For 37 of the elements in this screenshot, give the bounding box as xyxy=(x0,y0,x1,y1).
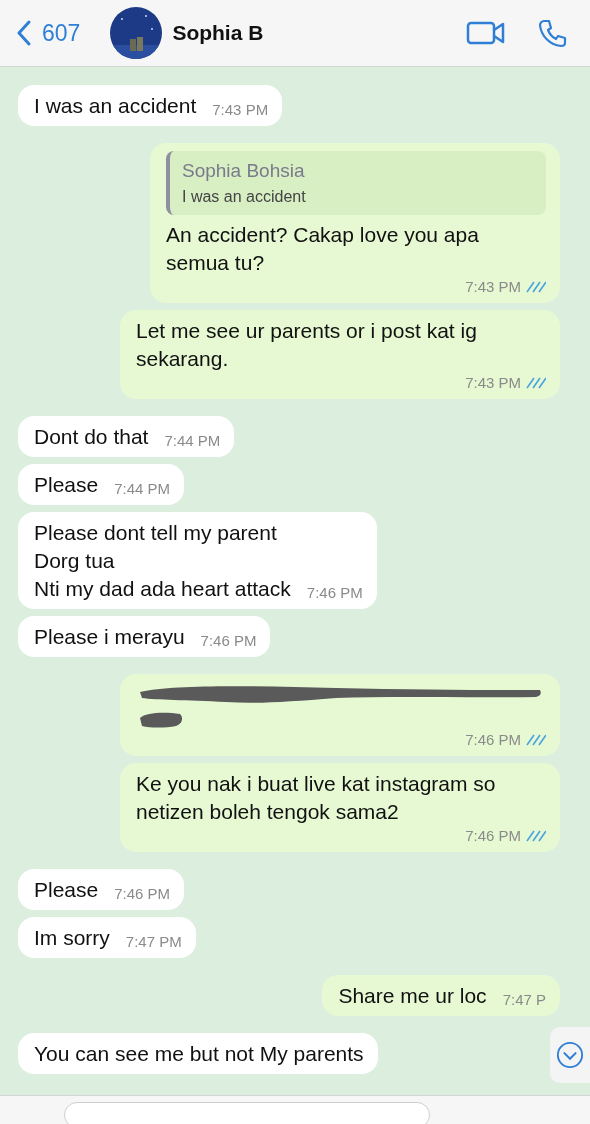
phone-icon xyxy=(538,18,568,48)
message-text: Please xyxy=(34,472,99,498)
quoted-message[interactable]: Sophia Bohsia I was an accident xyxy=(166,151,546,215)
message-time: 7:46 PM xyxy=(114,884,171,904)
message-time: 7:44 PM xyxy=(114,479,171,499)
message-time: 7:47 P xyxy=(502,990,546,1010)
message-time: 7:43 PM xyxy=(465,373,521,393)
contact-name[interactable]: Sophia B xyxy=(172,21,264,45)
message-time: 7:43 PM xyxy=(465,277,521,297)
scroll-down-button[interactable] xyxy=(550,1027,590,1083)
message-time: 7:47 PM xyxy=(125,932,182,952)
chevron-down-icon xyxy=(556,1040,584,1070)
back-button[interactable]: 607 xyxy=(16,19,81,47)
message-text: Ke you nak i buat live kat instagram so netizen boleh tengok sama2 xyxy=(136,771,497,825)
message-text: An accident? Cakap love you apa semua tu? xyxy=(166,222,480,276)
back-icon xyxy=(16,20,32,46)
message-text: Let me see ur parents or i post kat ig sekarang. xyxy=(136,318,478,372)
message-time: 7:44 PM xyxy=(164,431,221,451)
message-text: Dont do that xyxy=(34,424,149,450)
message-text: Please i merayu xyxy=(34,624,185,650)
quote-sender: Sophia Bohsia xyxy=(182,159,306,183)
message-text: Share me ur loc xyxy=(338,983,487,1009)
phone-call-button[interactable] xyxy=(538,18,568,48)
quote-text: I was an accident xyxy=(182,187,307,207)
message-input-field[interactable] xyxy=(64,1102,430,1124)
video-camera-icon xyxy=(466,20,506,46)
message-text: You can see me but not My parents xyxy=(34,1041,364,1067)
video-call-button[interactable] xyxy=(466,20,506,46)
message-text: Please dont tell my parent Dorg tua Nti my dad ada heart attack xyxy=(34,520,291,602)
message-time: 7:43 PM xyxy=(212,100,269,120)
message-text: Please xyxy=(34,877,99,903)
message-time: 7:46 PM xyxy=(465,730,521,750)
message-time: 7:46 PM xyxy=(306,583,363,603)
message-text: I was an accident xyxy=(34,93,197,119)
message-time: 7:46 PM xyxy=(200,631,257,651)
message-time: 7:46 PM xyxy=(465,826,521,846)
message-text: Im sorry xyxy=(34,925,110,951)
